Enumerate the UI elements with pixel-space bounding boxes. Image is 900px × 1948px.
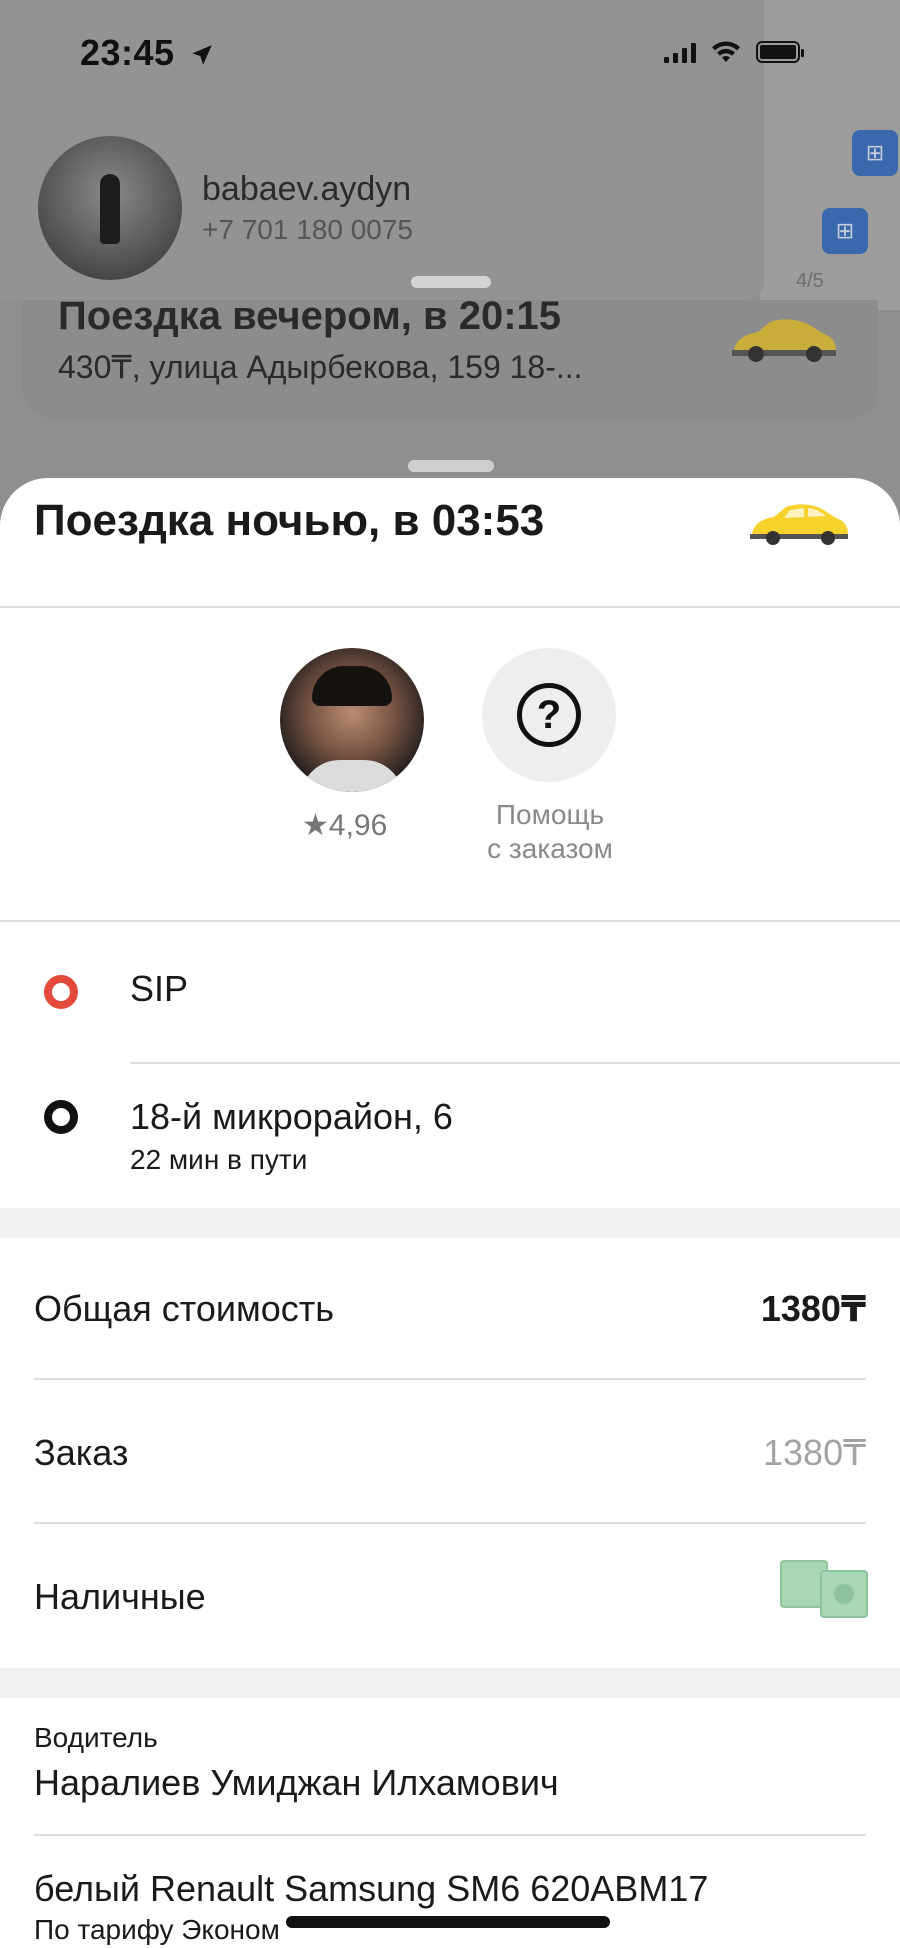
- section-separator: [0, 1668, 900, 1698]
- payment-method-label: Наличные: [34, 1576, 206, 1617]
- divider: [0, 920, 900, 922]
- order-help-button[interactable]: ?: [482, 648, 616, 782]
- profile-avatar[interactable]: [38, 136, 182, 280]
- map-counter: 4/5: [796, 270, 824, 292]
- tariff-label: По тарифу Эконом: [34, 1914, 280, 1945]
- status-time: 23:45: [80, 32, 215, 74]
- cellular-icon: [664, 41, 696, 63]
- cash-icon: [778, 1560, 868, 1620]
- route-origin: SIP: [130, 968, 189, 1009]
- previous-trip-subtitle: 430₸, улица Адырбекова, 159 18-...: [58, 349, 583, 385]
- driver-rating: ★4,96: [302, 809, 388, 842]
- order-cost-value: 1380₸: [763, 1432, 866, 1473]
- layers-icon: ⊞: [865, 140, 885, 166]
- driver-name: Наралиев Умиджан Илхамович: [34, 1762, 559, 1803]
- previous-trip-title: Поездка вечером, в 20:15: [58, 294, 562, 338]
- driver-avatar[interactable]: [280, 648, 424, 792]
- previous-trip-card[interactable]: Поездка вечером, в 20:15 430₸, улица Ады…: [22, 294, 878, 418]
- account-sheet-grabber[interactable]: [411, 276, 491, 288]
- map-layer-button[interactable]: ⊞: [852, 130, 898, 176]
- trip-title: Поездка ночью, в 03:53: [34, 496, 545, 545]
- route-destination: 18-й микрорайон, 6: [130, 1096, 453, 1137]
- order-help-label[interactable]: Помощь с заказом: [470, 798, 630, 866]
- order-cost-label: Заказ: [34, 1432, 129, 1473]
- taxi-car-icon: [732, 319, 836, 362]
- home-indicator[interactable]: [286, 1916, 610, 1928]
- divider: [0, 606, 900, 608]
- section-separator: [0, 1208, 900, 1238]
- status-bar: 23:45: [0, 0, 900, 110]
- route-divider: [130, 1062, 900, 1064]
- profile-username: babaev.aydyn: [202, 170, 412, 208]
- trip-details-sheet: Поездка ночью, в 03:53 ★4,96 ? Помощь с …: [0, 478, 900, 1948]
- total-cost-value: 1380₸: [760, 1288, 866, 1329]
- origin-point-icon: [44, 975, 78, 1009]
- divider: [34, 1522, 866, 1524]
- car-description: белый Renault Samsung SM6 620ABM17: [34, 1868, 709, 1909]
- driver-caption: Водитель: [34, 1722, 158, 1753]
- status-icons: [664, 40, 804, 64]
- profile-phone: +7 701 180 0075: [202, 214, 413, 245]
- route-eta: 22 мин в пути: [130, 1144, 308, 1175]
- divider: [34, 1378, 866, 1380]
- wifi-icon: [712, 41, 740, 62]
- battery-icon: [756, 41, 804, 63]
- divider: [34, 1834, 866, 1836]
- taxi-car-icon: [750, 504, 848, 545]
- destination-point-icon: [44, 1100, 78, 1134]
- question-icon: ?: [517, 683, 581, 747]
- map-layer-button-secondary[interactable]: ⊞: [822, 208, 868, 254]
- location-arrow-icon: [192, 45, 212, 66]
- trip-sheet-grabber[interactable]: [408, 460, 494, 472]
- layers-icon: ⊞: [835, 218, 855, 244]
- total-cost-label: Общая стоимость: [34, 1288, 334, 1329]
